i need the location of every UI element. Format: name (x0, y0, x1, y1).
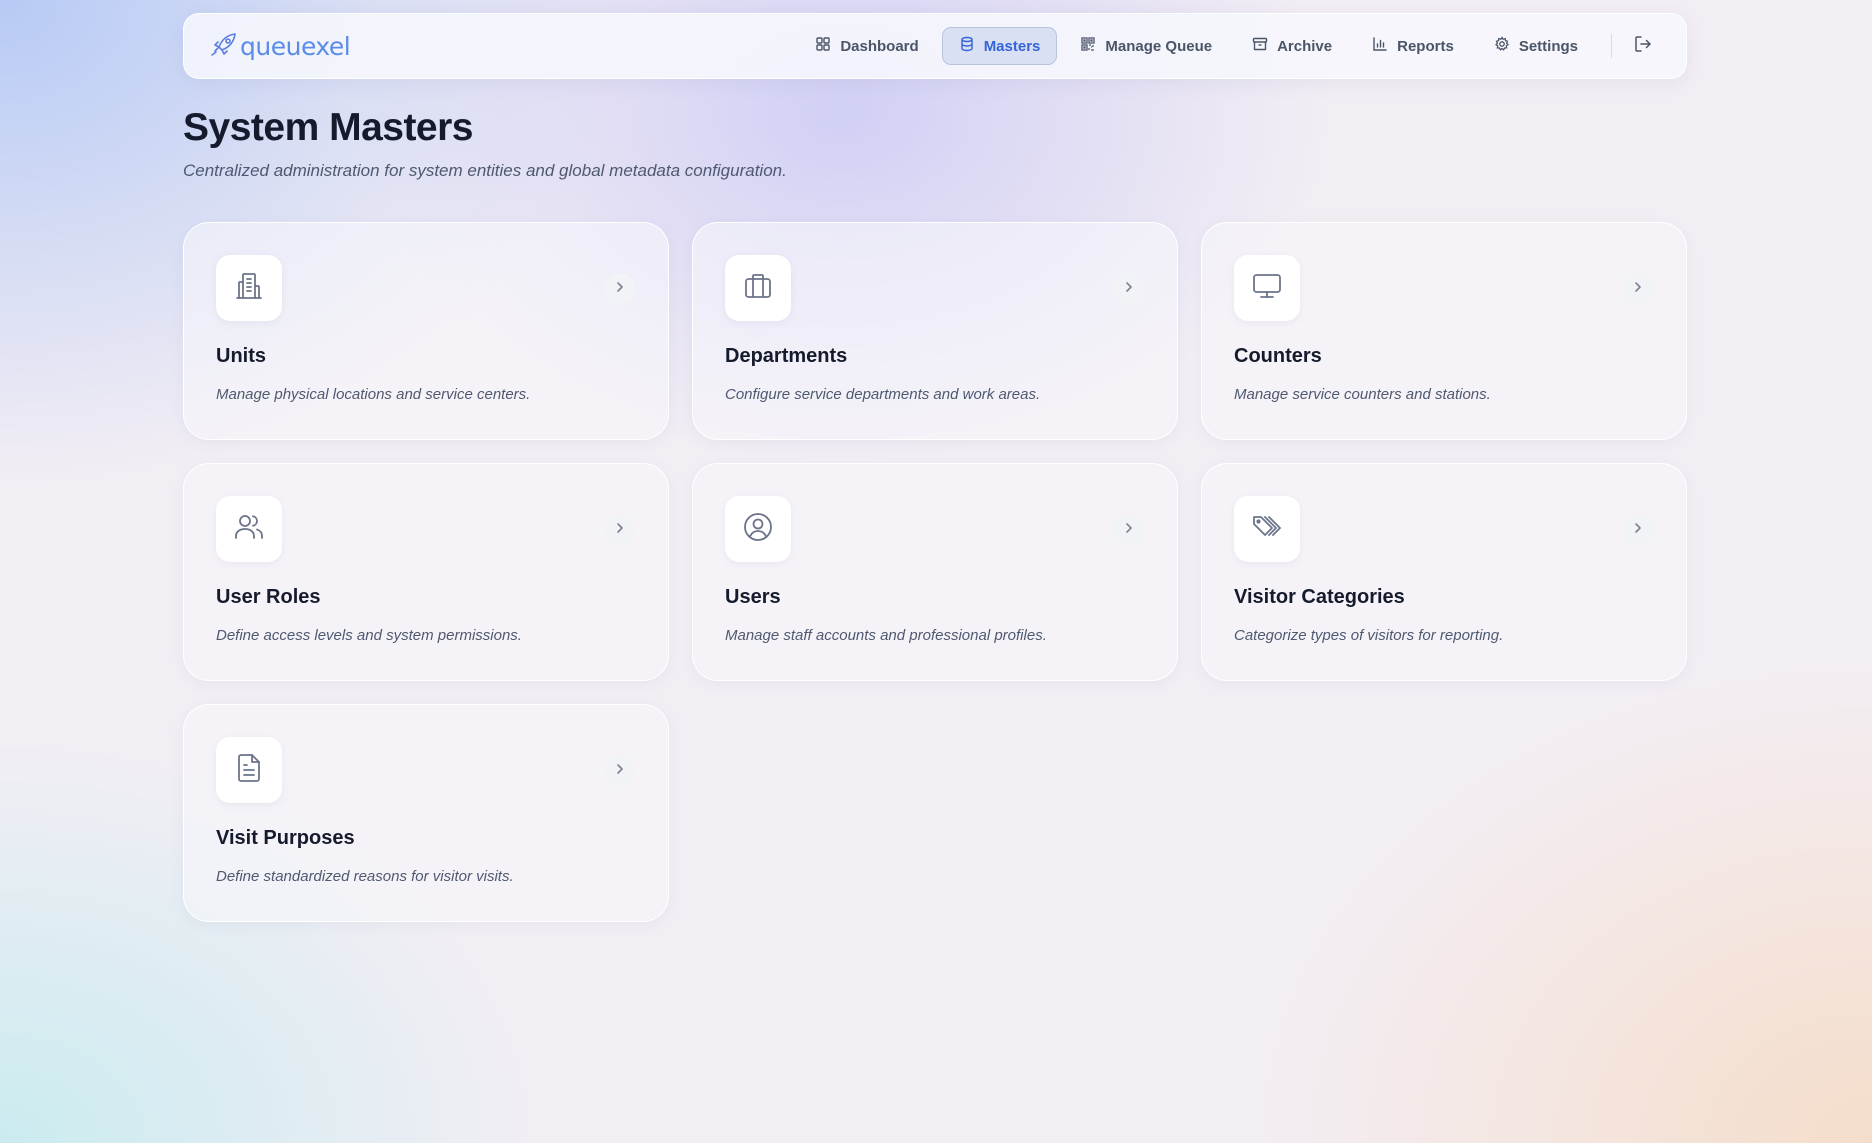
card-users[interactable]: Users Manage staff accounts and professi… (692, 463, 1178, 681)
rocket-icon (210, 31, 238, 62)
card-departments-title: Departments (725, 345, 848, 367)
card-departments-icon-box (725, 255, 791, 321)
nav-manage-queue-label: Manage Queue (1105, 37, 1213, 55)
card-visit-purposes-icon-box (216, 737, 282, 803)
brand-logo[interactable]: queuexel (210, 31, 351, 62)
card-units-title: Units (216, 345, 266, 367)
monitor-icon (1251, 270, 1283, 307)
card-users-chevron (1113, 514, 1145, 546)
card-user-roles[interactable]: User Roles Define access levels and syst… (183, 463, 669, 681)
card-units[interactable]: Units Manage physical locations and serv… (183, 222, 669, 440)
card-visit-purposes-title: Visit Purposes (216, 827, 355, 849)
card-departments[interactable]: Departments Configure service department… (692, 222, 1178, 440)
card-users-icon-box (725, 496, 791, 562)
users-icon (233, 511, 265, 548)
grid-icon (815, 36, 831, 56)
chevron-right-icon (613, 280, 627, 299)
document-icon (233, 752, 265, 789)
card-visit-purposes-chevron (604, 755, 636, 787)
database-icon (959, 36, 975, 56)
card-departments-description: Configure service departments and work a… (725, 386, 1041, 403)
card-users-title: Users (725, 586, 781, 608)
logout-icon (1633, 34, 1653, 59)
masters-grid: Units Manage physical locations and serv… (183, 222, 1687, 922)
top-navbar: queuexel Dashboard Masters Manage Queue … (183, 13, 1687, 79)
card-counters-title: Counters (1234, 345, 1322, 367)
card-units-icon-box (216, 255, 282, 321)
card-user-roles-chevron (604, 514, 636, 546)
card-visitor-categories-icon-box (1234, 496, 1300, 562)
logo-text: queuexel (240, 31, 351, 61)
card-units-chevron (604, 273, 636, 305)
nav-masters-label: Masters (983, 37, 1041, 55)
nav-settings-label: Settings (1518, 37, 1578, 55)
card-user-roles-description: Define access levels and system permissi… (216, 627, 522, 644)
card-visitor-categories-description: Categorize types of visitors for reporti… (1234, 627, 1504, 644)
card-user-roles-icon-box (216, 496, 282, 562)
card-users-description: Manage staff accounts and professional p… (725, 627, 1047, 644)
card-visitor-categories-chevron (1622, 514, 1654, 546)
card-visitor-categories[interactable]: Visitor Categories Categorize types of v… (1201, 463, 1687, 681)
nav-archive[interactable]: Archive (1235, 27, 1349, 65)
card-counters-description: Manage service counters and stations. (1234, 386, 1491, 403)
page-title: System Masters (183, 106, 474, 149)
gear-icon (1494, 36, 1510, 56)
chevron-right-icon (1122, 521, 1136, 540)
card-departments-chevron (1113, 273, 1145, 305)
chevron-right-icon (613, 521, 627, 540)
card-counters[interactable]: Counters Manage service counters and sta… (1201, 222, 1687, 440)
qr-icon (1080, 36, 1096, 56)
page-subtitle: Centralized administration for system en… (183, 161, 787, 180)
nav-manage-queue[interactable]: Manage Queue (1063, 27, 1229, 65)
nav-settings[interactable]: Settings (1477, 27, 1595, 65)
nav-divider (1611, 34, 1612, 58)
chevron-right-icon (1631, 280, 1645, 299)
card-counters-icon-box (1234, 255, 1300, 321)
nav-archive-label: Archive (1277, 37, 1333, 55)
chevron-right-icon (1122, 280, 1136, 299)
bar-chart-icon (1372, 36, 1388, 56)
nav-masters[interactable]: Masters (941, 27, 1058, 65)
card-counters-chevron (1622, 273, 1654, 305)
main-nav: Dashboard Masters Manage Queue Archive R… (798, 27, 1662, 65)
tags-icon (1251, 511, 1283, 548)
card-user-roles-title: User Roles (216, 586, 321, 608)
user-circle-icon (742, 511, 774, 548)
card-visitor-categories-title: Visitor Categories (1234, 586, 1405, 608)
nav-dashboard[interactable]: Dashboard (798, 27, 935, 65)
archive-icon (1252, 36, 1268, 56)
nav-dashboard-label: Dashboard (840, 37, 919, 55)
logout-button[interactable] (1624, 27, 1662, 65)
chevron-right-icon (1631, 521, 1645, 540)
nav-reports[interactable]: Reports (1355, 27, 1471, 65)
card-visit-purposes[interactable]: Visit Purposes Define standardized reaso… (183, 704, 669, 922)
chevron-right-icon (613, 762, 627, 781)
briefcase-icon (742, 270, 774, 307)
card-units-description: Manage physical locations and service ce… (216, 386, 531, 403)
nav-reports-label: Reports (1397, 37, 1454, 55)
building-icon (233, 270, 265, 307)
card-visit-purposes-description: Define standardized reasons for visitor … (216, 868, 514, 885)
